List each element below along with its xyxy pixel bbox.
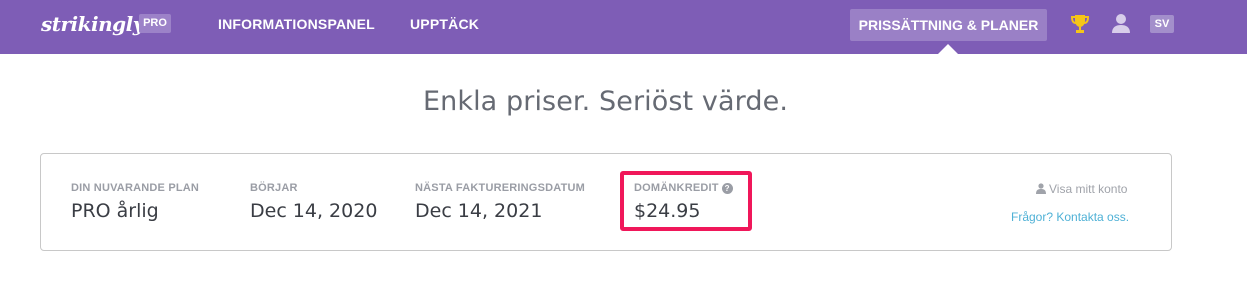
pro-badge: PRO [139, 14, 171, 33]
next-billing-value: Dec 14, 2021 [415, 200, 543, 222]
page-headline: Enkla priser. Seriöst värde. [422, 86, 789, 117]
next-billing-label: NÄSTA FAKTURERINGSDATUM [415, 182, 585, 194]
strikingly-logo[interactable]: strikingly [41, 12, 144, 36]
current-plan-value: PRO årlig [71, 200, 159, 222]
nav-link-discover[interactable]: UPPTÄCK [410, 16, 479, 32]
nav-link-dashboard[interactable]: INFORMATIONSPANEL [218, 16, 375, 32]
user-icon[interactable] [1110, 12, 1132, 34]
domain-credit-highlight [620, 171, 752, 231]
trophy-icon[interactable] [1070, 13, 1090, 35]
start-date-label: BÖRJAR [250, 182, 298, 194]
current-plan-label: DIN NUVARANDE PLAN [71, 182, 200, 194]
language-selector[interactable]: SV [1150, 15, 1174, 33]
top-navbar: strikingly PRO INFORMATIONSPANEL UPPTÄCK… [0, 0, 1247, 54]
nav-link-pricing[interactable]: PRISSÄTTNING & PLANER [850, 9, 1047, 41]
contact-us-link[interactable]: Frågor? Kontakta oss. [1011, 210, 1129, 224]
active-nav-caret [937, 44, 959, 55]
start-date-value: Dec 14, 2020 [250, 200, 378, 222]
view-account-text: Visa mitt konto [1049, 182, 1128, 196]
view-account-link[interactable]: Visa mitt konto [1036, 182, 1127, 196]
plan-summary-card: DIN NUVARANDE PLAN PRO årlig BÖRJAR Dec … [40, 153, 1172, 251]
person-icon [1036, 183, 1046, 194]
